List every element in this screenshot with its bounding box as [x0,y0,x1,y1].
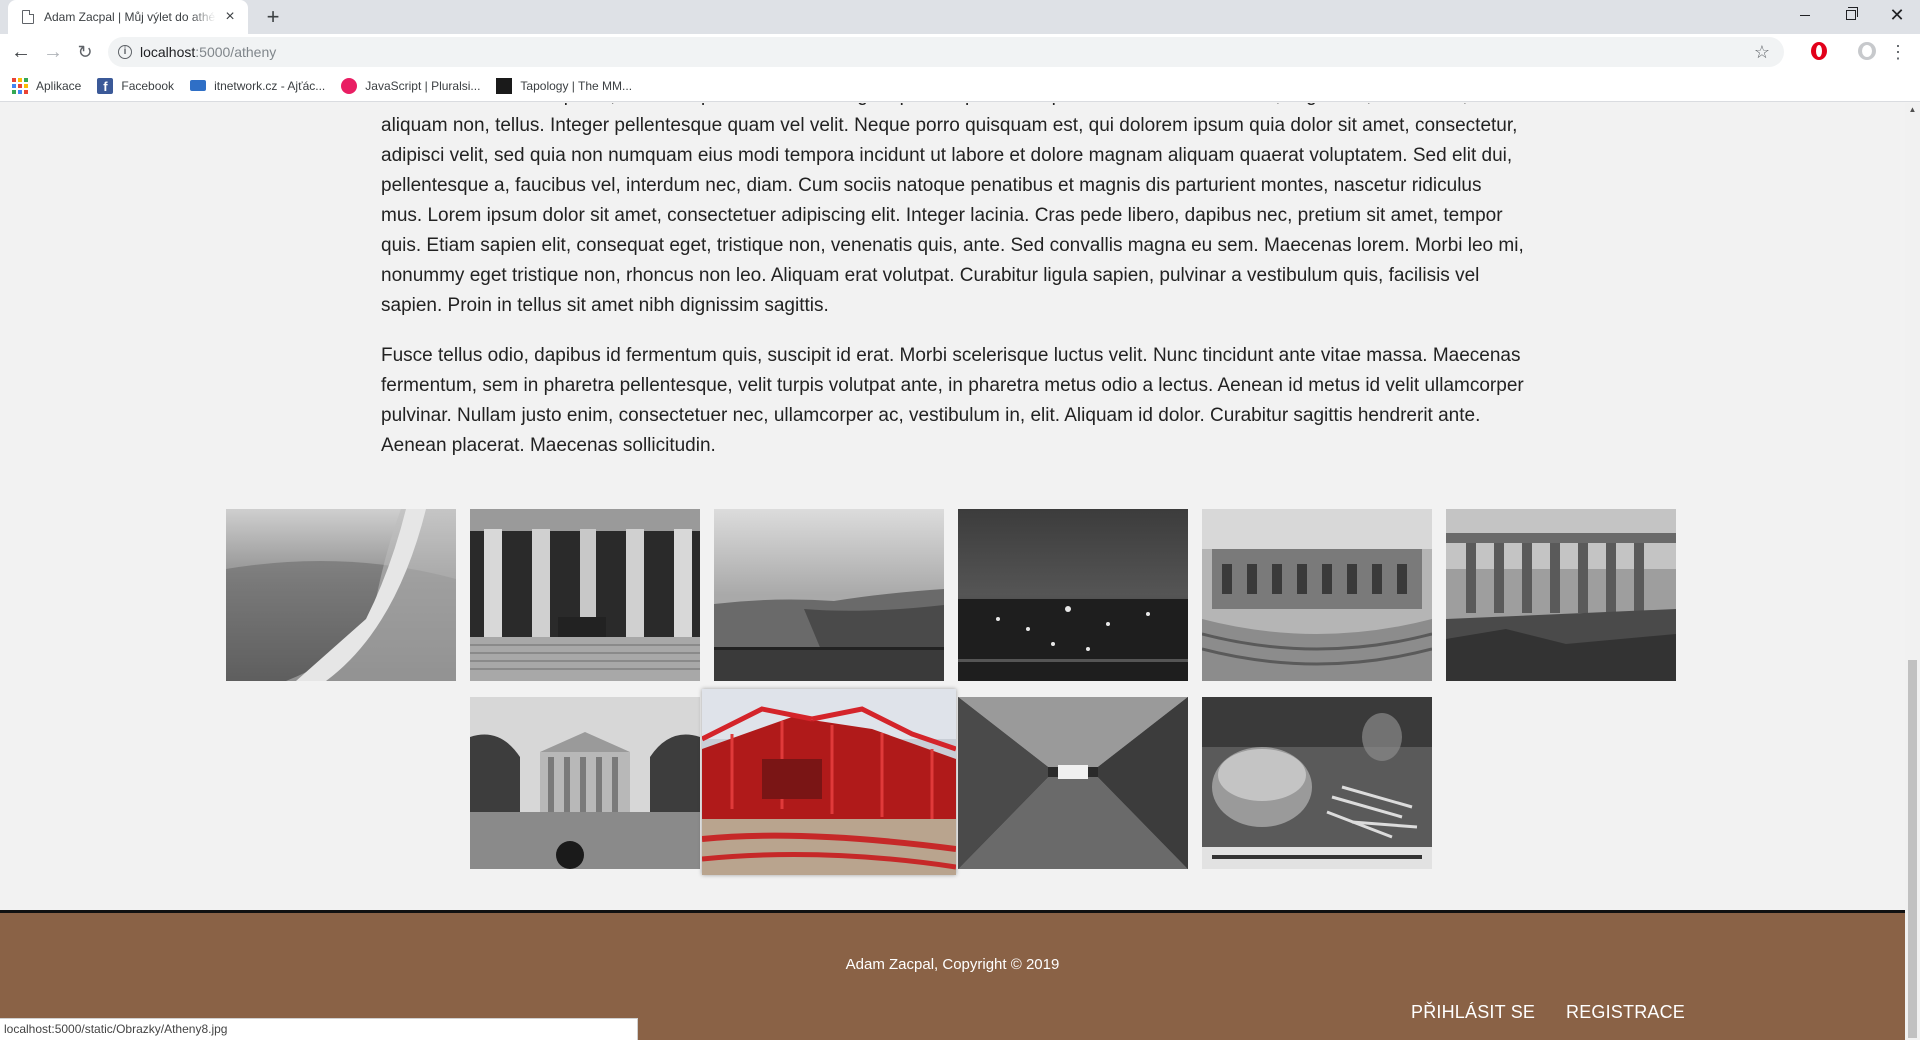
register-link[interactable]: REGISTRACE [1566,1002,1685,1023]
gallery-photo-parthenon[interactable] [1446,509,1676,681]
restore-button[interactable] [1828,0,1874,30]
minimize-icon [1800,14,1810,16]
gallery-photo-burger-fries[interactable] [1202,697,1432,869]
tab-title: Adam Zacpal | Můj výlet do athén [44,10,216,24]
bookmark-star-icon[interactable]: ☆ [1754,42,1770,63]
link-status-bar: localhost:5000/static/Obrazky/Atheny8.jp… [0,1018,638,1040]
bookmark-label: JavaScript | Pluralsi... [365,78,481,93]
bookmark-itnetwork[interactable]: itnetwork.cz - Ajťác... [190,79,325,93]
bookmarks-bar: Aplikace f Facebook itnetwork.cz - Ajťác… [0,70,1920,102]
reload-button[interactable]: ↻ [71,38,99,66]
gallery-photo-city-night[interactable] [958,509,1188,681]
url-host: localhost [140,44,196,60]
bookmark-label: Facebook [121,78,175,93]
gallery-photo-odeon-theatre[interactable] [1202,509,1432,681]
opera-extension-icon[interactable] [1811,42,1827,60]
gallery-photo-university-columns[interactable] [470,509,700,681]
document-icon [22,10,34,24]
tapology-icon [496,77,513,94]
back-button[interactable]: ← [7,38,35,66]
bookmark-facebook[interactable]: f Facebook [97,77,175,94]
gallery-photo-tunnel[interactable] [958,697,1188,869]
site-info-icon[interactable]: i [118,45,132,59]
bookmark-label: itnetwork.cz - Ajťác... [214,78,326,93]
bookmark-pluralsight[interactable]: JavaScript | Pluralsi... [341,77,481,94]
gallery-photo-coastline[interactable] [714,509,944,681]
address-bar[interactable]: i localhost:5000/atheny ☆ [108,37,1784,67]
forward-button[interactable]: → [39,38,67,66]
minimize-button[interactable] [1782,0,1828,30]
page-scrollbar[interactable]: ▲ [1905,103,1920,1040]
apps-grid-icon [12,77,28,94]
facebook-icon: f [97,77,114,94]
bookmark-label: Tapology | The MM... [520,78,633,93]
browser-tab[interactable]: Adam Zacpal | Můj výlet do athén × [8,0,248,34]
login-link[interactable]: PŘIHLÁSIT SE [1411,1002,1535,1023]
laptop-icon [190,80,207,91]
footer-copyright: Adam Zacpal, Copyright © 2019 [845,956,1060,973]
browser-menu-icon[interactable]: ⋮ [1888,38,1908,66]
gallery-photo-airplane-wing[interactable] [226,509,456,681]
new-tab-button[interactable]: + [260,4,286,30]
tab-strip: Adam Zacpal | Můj výlet do athén × + ✕ [0,0,1920,34]
profile-avatar-icon[interactable] [1858,42,1876,60]
close-window-button[interactable]: ✕ [1874,0,1920,30]
gallery-photo-academy-building[interactable] [470,697,700,869]
scrollbar-thumb[interactable] [1908,660,1917,1038]
close-tab-icon[interactable]: × [222,9,238,25]
bookmark-label: Aplikace [36,78,82,93]
scroll-up-arrow-icon[interactable]: ▲ [1905,105,1920,117]
gallery-photo-stadium[interactable] [702,689,956,875]
page-viewport: nihil molestiae consequatur, vel illum q… [0,103,1905,1040]
browser-toolbar: ← → ↻ i localhost:5000/atheny ☆ ⋮ [0,34,1920,70]
bookmark-apps[interactable]: Aplikace [12,77,82,94]
photo-gallery [0,103,1905,875]
pluralsight-icon [341,77,358,94]
url-path: :5000/atheny [195,44,277,60]
restore-icon [1846,7,1858,20]
bookmark-tapology[interactable]: Tapology | The MM... [496,77,633,94]
